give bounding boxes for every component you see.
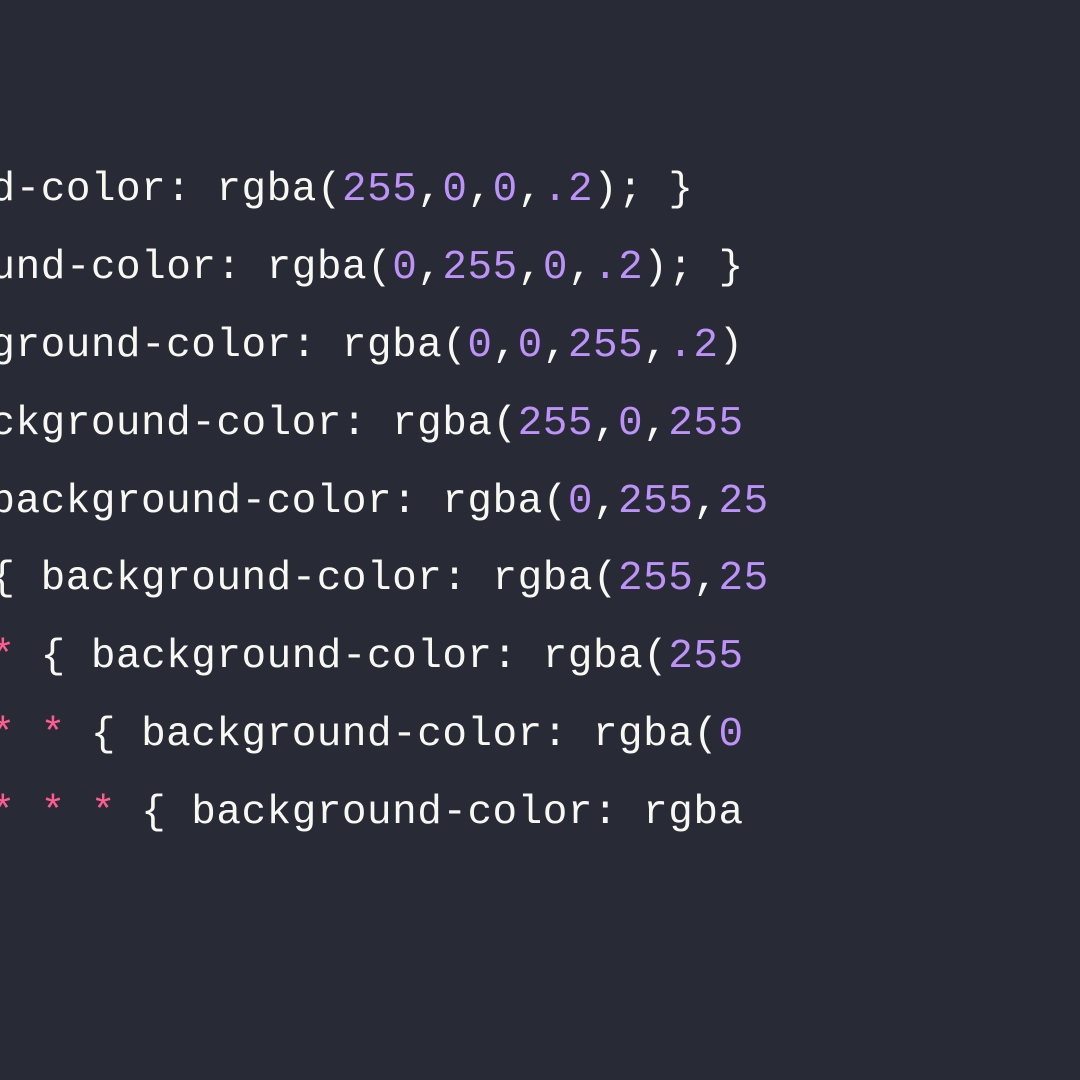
code-token-number: 25	[718, 556, 768, 602]
code-token-default: ,	[518, 167, 543, 213]
code-token-op: *	[91, 790, 116, 836]
code-token-default: ,	[518, 245, 543, 291]
code-token-default: ,	[568, 245, 593, 291]
code-token-number: 255	[342, 167, 417, 213]
code-token-number: 0	[518, 323, 543, 369]
code-token-number: 255	[618, 479, 693, 525]
code-token-number: 0	[718, 712, 743, 758]
code-token-default: ,	[643, 401, 668, 447]
code-token-number: 0	[568, 479, 593, 525]
code-token-default: ,	[493, 323, 518, 369]
code-token-op: *	[0, 634, 16, 680]
code-token-number: 255	[518, 401, 593, 447]
code-token-default: background-color: rgba(	[0, 323, 467, 369]
code-token-number: 0	[442, 167, 467, 213]
code-token-number: 0	[543, 245, 568, 291]
code-token-default: { background-color: rgba(	[66, 712, 719, 758]
code-token-default	[16, 712, 41, 758]
code-line[interactable]: ground-color: rgba(255,0,0,.2); }	[0, 152, 1080, 230]
code-token-number: 255	[442, 245, 517, 291]
code-token-op: *	[41, 790, 66, 836]
code-token-default	[66, 790, 91, 836]
code-editor[interactable]: ground-color: rgba(255,0,0,.2); }ckgroun…	[0, 0, 1080, 853]
code-token-default: { background-color: rgba(	[0, 479, 568, 525]
code-token-number: 255	[618, 556, 693, 602]
code-token-default: ); }	[593, 167, 693, 213]
code-token-number: 0	[467, 323, 492, 369]
code-token-number: .2	[593, 245, 643, 291]
code-token-default: { background-color: rgba	[116, 790, 744, 836]
code-line[interactable]: * { background-color: rgba(0,255,25	[0, 464, 1080, 542]
code-token-default: { background-color: rgba(	[0, 556, 618, 602]
code-token-default: ,	[417, 167, 442, 213]
code-token-default: )	[718, 323, 743, 369]
code-token-op: *	[0, 712, 16, 758]
code-line[interactable]: { background-color: rgba(255,0,255	[0, 386, 1080, 464]
code-line[interactable]: * * * * { background-color: rgba(0	[0, 697, 1080, 775]
code-token-number: 25	[718, 479, 768, 525]
code-token-number: 255	[568, 323, 643, 369]
code-token-op: *	[41, 712, 66, 758]
code-token-default: ,	[643, 323, 668, 369]
code-line[interactable]: * * { background-color: rgba(255,25	[0, 541, 1080, 619]
code-token-number: .2	[543, 167, 593, 213]
code-token-default: ); }	[643, 245, 743, 291]
code-token-default: ,	[593, 479, 618, 525]
code-line[interactable]: * * * { background-color: rgba(255	[0, 619, 1080, 697]
code-line[interactable]: background-color: rgba(0,0,255,.2)	[0, 308, 1080, 386]
code-token-op: *	[0, 790, 16, 836]
code-token-default: ,	[593, 401, 618, 447]
code-token-number: 255	[668, 401, 743, 447]
code-token-number: .2	[668, 323, 718, 369]
code-token-number: 0	[392, 245, 417, 291]
code-token-default: ,	[417, 245, 442, 291]
code-token-default: ground-color: rgba(	[0, 167, 342, 213]
code-token-number: 0	[493, 167, 518, 213]
code-token-number: 0	[618, 401, 643, 447]
code-line[interactable]: ckground-color: rgba(0,255,0,.2); }	[0, 230, 1080, 308]
code-token-default: ,	[543, 323, 568, 369]
code-token-default	[16, 790, 41, 836]
code-line[interactable]: * * * * * { background-color: rgba	[0, 775, 1080, 853]
code-token-number: 255	[668, 634, 743, 680]
code-token-default: ,	[693, 556, 718, 602]
code-token-default: { background-color: rgba(	[0, 401, 518, 447]
code-token-default: { background-color: rgba(	[16, 634, 669, 680]
code-token-default: ckground-color: rgba(	[0, 245, 392, 291]
code-token-default: ,	[468, 167, 493, 213]
code-token-default: ,	[693, 479, 718, 525]
